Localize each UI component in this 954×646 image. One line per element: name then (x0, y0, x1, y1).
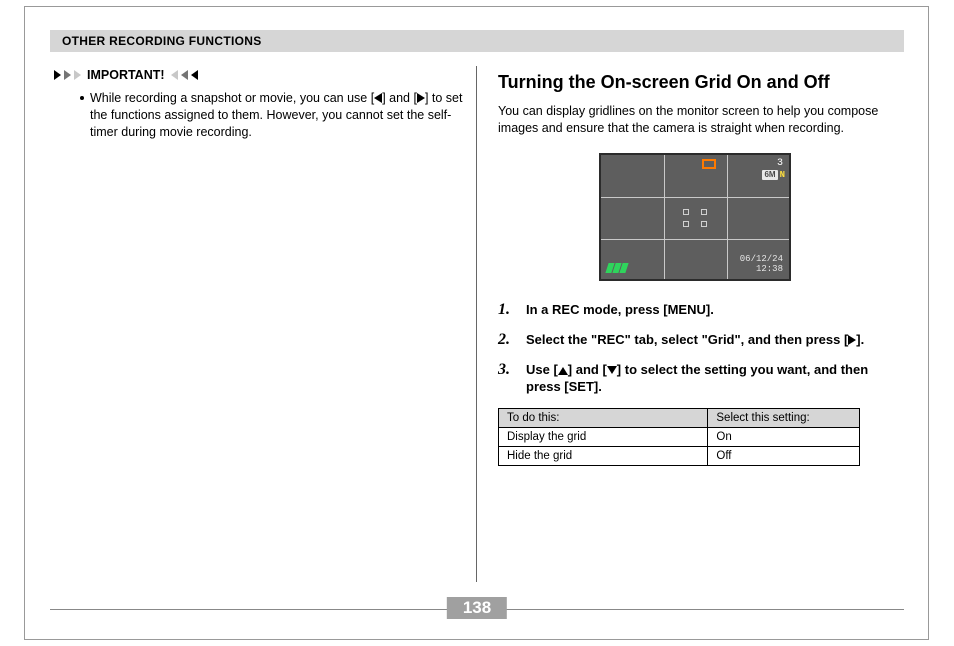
step-text: Select the "REC" tab, select "Grid", and… (526, 331, 864, 349)
left-arrow-icon (374, 93, 382, 103)
focus-frame-icon (683, 209, 707, 227)
table-cell: Display the grid (499, 427, 708, 446)
section-header-text: OTHER RECORDING FUNCTIONS (62, 34, 262, 48)
section-header: OTHER RECORDING FUNCTIONS (50, 30, 904, 52)
time-text: 12:38 (740, 264, 783, 274)
page-number: 138 (447, 597, 507, 619)
step-text: Use [] and [] to select the setting you … (526, 361, 892, 396)
datetime-indicator: 06/12/24 12:38 (740, 254, 783, 275)
chevron-right-icon (74, 70, 81, 80)
column-divider (476, 66, 477, 582)
table-row: Hide the grid Off (499, 446, 860, 465)
chevron-left-icon (181, 70, 188, 80)
chevron-left-icon (171, 70, 178, 80)
important-label: IMPORTANT! (87, 68, 165, 82)
text-fragment: Select the "REC" tab, select "Grid", and… (526, 332, 848, 347)
table-cell: On (708, 427, 860, 446)
table-header-row: To do this: Select this setting: (499, 408, 860, 427)
text-fragment: Use [ (526, 362, 558, 377)
battery-icon (607, 263, 627, 273)
step-number: 3. (498, 361, 516, 396)
camera-screen-illustration: 3 6M N 06/12/24 12:38 (599, 153, 791, 281)
step-text: In a REC mode, press [MENU]. (526, 301, 714, 319)
text-fragment: ] and [ (382, 91, 417, 105)
text-fragment: ] and [ (568, 362, 607, 377)
grid-line (601, 239, 789, 240)
table-cell: Hide the grid (499, 446, 708, 465)
step-item: 1. In a REC mode, press [MENU]. (498, 301, 892, 319)
chevron-left-icon (191, 70, 198, 80)
resolution-badge: 6M (762, 170, 777, 180)
mode-indicator-icon (702, 159, 716, 169)
grid-line (601, 197, 789, 198)
table-cell: Off (708, 446, 860, 465)
topic-intro: You can display gridlines on the monitor… (498, 103, 892, 137)
bullet-icon (80, 96, 84, 100)
step-number: 2. (498, 331, 516, 349)
quality-suffix: N (780, 170, 785, 180)
date-text: 06/12/24 (740, 254, 783, 264)
shots-remaining: 3 (777, 158, 783, 169)
table-header: To do this: (499, 408, 708, 427)
steps-list: 1. In a REC mode, press [MENU]. 2. Selec… (498, 301, 892, 396)
topic-heading: Turning the On-screen Grid On and Off (498, 72, 892, 93)
right-arrow-icon (417, 93, 425, 103)
important-callout: IMPORTANT! (54, 68, 474, 82)
grid-line (727, 155, 728, 279)
quality-indicator: 6M N (762, 170, 785, 180)
right-column: Turning the On-screen Grid On and Off Yo… (498, 72, 892, 466)
important-bullet-text: While recording a snapshot or movie, you… (90, 90, 474, 141)
grid-line (664, 155, 665, 279)
text-fragment: While recording a snapshot or movie, you… (90, 91, 374, 105)
important-bullet: While recording a snapshot or movie, you… (80, 90, 474, 141)
table-header: Select this setting: (708, 408, 860, 427)
camera-screen: 3 6M N 06/12/24 12:38 (599, 153, 791, 281)
chevron-right-icon (64, 70, 71, 80)
step-item: 3. Use [] and [] to select the setting y… (498, 361, 892, 396)
up-arrow-icon (558, 367, 568, 375)
table-row: Display the grid On (499, 427, 860, 446)
left-column: IMPORTANT! While recording a snapshot or… (50, 68, 474, 141)
down-arrow-icon (607, 366, 617, 374)
text-fragment: ]. (856, 332, 864, 347)
step-item: 2. Select the "REC" tab, select "Grid", … (498, 331, 892, 349)
settings-table: To do this: Select this setting: Display… (498, 408, 860, 466)
chevron-right-icon (54, 70, 61, 80)
step-number: 1. (498, 301, 516, 319)
